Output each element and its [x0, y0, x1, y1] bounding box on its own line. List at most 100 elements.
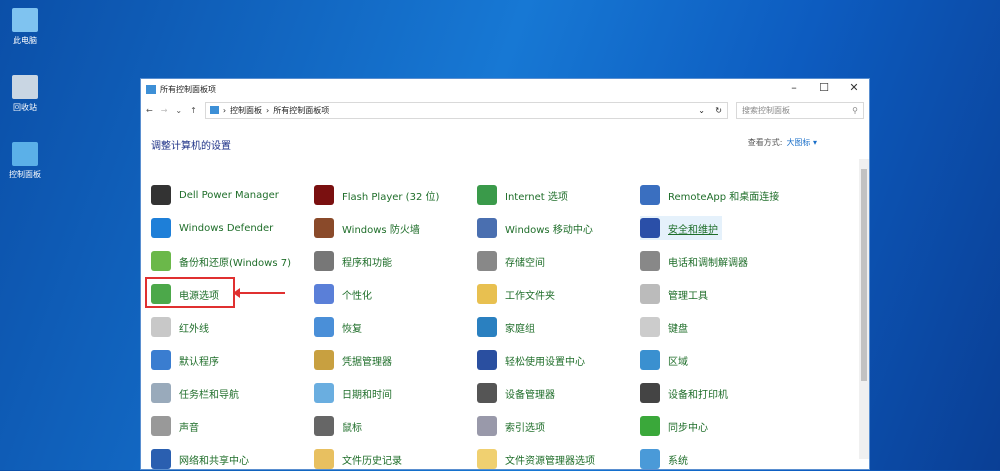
item-label: 文件历史记录	[342, 455, 402, 467]
control-panel-item[interactable]: 备份和还原(Windows 7)	[151, 249, 291, 273]
item-label: Windows 防火墙	[342, 224, 420, 236]
control-panel-item[interactable]: 任务栏和导航	[151, 381, 239, 405]
address-dropdown-button[interactable]: ⌄	[698, 106, 705, 115]
desktop-icon[interactable]: 此电脑	[0, 8, 50, 46]
item-icon	[314, 251, 334, 271]
item-icon	[477, 218, 497, 238]
title-bar: 所有控制面板项 – ☐ ✕	[141, 79, 869, 99]
refresh-button[interactable]: ↻	[715, 106, 722, 115]
desktop-icon[interactable]: 控制面板	[0, 142, 50, 180]
item-icon	[640, 251, 660, 271]
item-icon	[151, 449, 171, 469]
control-panel-item[interactable]: 声音	[151, 414, 199, 438]
control-panel-window: 所有控制面板项 – ☐ ✕ ← → ⌄ ↑ › 控制面板 › 所有控制面板项 ⌄…	[140, 78, 870, 470]
forward-button[interactable]: →	[161, 106, 168, 115]
control-panel-item[interactable]: 同步中心	[640, 414, 708, 438]
item-label: 安全和维护	[668, 224, 718, 236]
item-icon	[640, 218, 660, 238]
control-panel-item[interactable]: 个性化	[314, 282, 372, 306]
item-label: 电话和调制解调器	[668, 257, 748, 269]
item-label: 存储空间	[505, 257, 545, 269]
item-label: Internet 选项	[505, 191, 568, 203]
vertical-scrollbar[interactable]	[859, 159, 869, 459]
control-panel-item[interactable]: Windows 防火墙	[314, 216, 420, 240]
control-panel-item[interactable]: Windows Defender	[151, 216, 273, 240]
control-panel-item[interactable]: Dell Power Manager	[151, 183, 279, 207]
item-label: 声音	[179, 422, 199, 434]
control-panel-item[interactable]: 凭据管理器	[314, 348, 392, 372]
control-panel-item[interactable]: 索引选项	[477, 414, 545, 438]
control-panel-item[interactable]: Windows 移动中心	[477, 216, 593, 240]
control-panel-item[interactable]: 存储空间	[477, 249, 545, 273]
control-panel-item[interactable]: 设备管理器	[477, 381, 555, 405]
control-panel-item[interactable]: 电话和调制解调器	[640, 249, 748, 273]
desktop-icon[interactable]: 回收站	[0, 75, 50, 113]
minimize-button[interactable]: –	[779, 81, 809, 94]
control-panel-item[interactable]: 程序和功能	[314, 249, 392, 273]
control-panel-item[interactable]: 区域	[640, 348, 688, 372]
control-panel-item[interactable]: 红外线	[151, 315, 209, 339]
control-panel-item[interactable]: 轻松使用设置中心	[477, 348, 585, 372]
item-icon	[151, 185, 171, 205]
view-by-label: 查看方式:	[747, 138, 783, 147]
control-panel-item[interactable]: 安全和维护	[640, 216, 722, 240]
item-label: 设备管理器	[505, 389, 555, 401]
control-panel-item[interactable]: 恢复	[314, 315, 362, 339]
control-panel-icon	[146, 84, 156, 94]
item-label: 文件资源管理器选项	[505, 455, 595, 467]
item-label: 鼠标	[342, 422, 362, 434]
item-icon	[314, 416, 334, 436]
item-icon	[477, 251, 497, 271]
desktop-icon-label: 回收站	[13, 103, 37, 112]
control-panel-item[interactable]: 系统	[640, 447, 688, 471]
up-button[interactable]: ↑	[190, 106, 197, 115]
control-panel-item[interactable]: RemoteApp 和桌面连接	[640, 183, 779, 207]
item-label: 程序和功能	[342, 257, 392, 269]
breadcrumb-control-panel[interactable]: 控制面板	[230, 105, 262, 116]
item-icon	[314, 284, 334, 304]
control-panel-item[interactable]: 家庭组	[477, 315, 535, 339]
control-panel-item[interactable]: 默认程序	[151, 348, 219, 372]
control-panel-item[interactable]: 工作文件夹	[477, 282, 555, 306]
control-panel-item[interactable]: 网络和共享中心	[151, 447, 249, 471]
control-panel-icon	[209, 106, 219, 114]
item-icon	[314, 383, 334, 403]
maximize-button[interactable]: ☐	[809, 81, 839, 94]
item-label: 恢复	[342, 323, 362, 335]
control-panel-item[interactable]: 日期和时间	[314, 381, 392, 405]
control-panel-item[interactable]: 文件资源管理器选项	[477, 447, 595, 471]
control-panel-item[interactable]: Flash Player (32 位)	[314, 183, 439, 207]
item-label: 任务栏和导航	[179, 389, 239, 401]
control-panel-item[interactable]: 管理工具	[640, 282, 708, 306]
item-label: Windows 移动中心	[505, 224, 593, 236]
item-label: 备份和还原(Windows 7)	[179, 257, 291, 269]
control-panel-item[interactable]: 键盘	[640, 315, 688, 339]
window-title: 所有控制面板项	[160, 84, 216, 94]
control-panel-item[interactable]: 文件历史记录	[314, 447, 402, 471]
desktop-icon-label: 控制面板	[9, 170, 41, 179]
recent-locations-button[interactable]: ⌄	[175, 106, 182, 115]
item-icon	[151, 383, 171, 403]
control-panel-item[interactable]: 鼠标	[314, 414, 362, 438]
highlight-box	[145, 277, 235, 308]
address-input[interactable]: › 控制面板 › 所有控制面板项 ⌄ ↻	[204, 101, 728, 119]
item-icon	[151, 251, 171, 271]
close-button[interactable]: ✕	[839, 81, 869, 94]
scrollbar-thumb[interactable]	[861, 169, 867, 381]
back-button[interactable]: ←	[146, 106, 153, 115]
breadcrumb-all-items[interactable]: 所有控制面板项	[273, 105, 329, 116]
item-icon	[640, 416, 660, 436]
search-input[interactable]: 搜索控制面板 ⚲	[736, 101, 864, 119]
item-icon	[477, 449, 497, 469]
control-panel-item[interactable]: Internet 选项	[477, 183, 568, 207]
search-icon[interactable]: ⚲	[852, 106, 858, 115]
item-label: 日期和时间	[342, 389, 392, 401]
item-label: 凭据管理器	[342, 356, 392, 368]
item-icon	[640, 350, 660, 370]
item-label: 同步中心	[668, 422, 708, 434]
item-icon	[477, 350, 497, 370]
view-by-dropdown[interactable]: 大图标 ▾	[786, 138, 817, 147]
item-label: Windows Defender	[179, 222, 274, 234]
control-panel-item[interactable]: 设备和打印机	[640, 381, 728, 405]
item-icon	[151, 350, 171, 370]
